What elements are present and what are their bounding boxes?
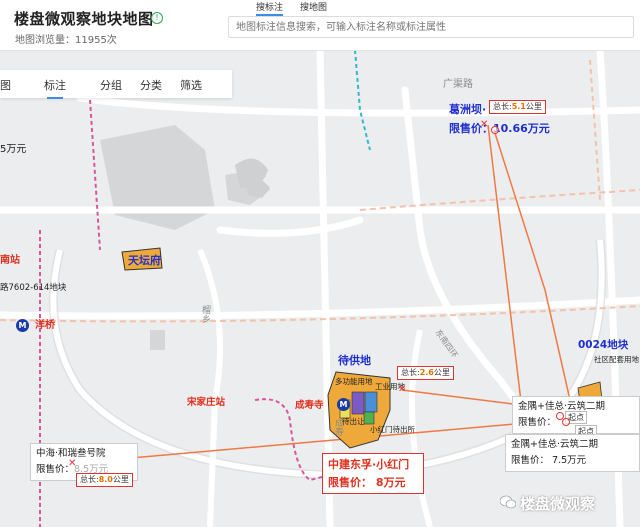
project-name: 中建东孚·小红门: [328, 458, 410, 471]
distance-box-zhonghai: 总长:8.0公里: [76, 473, 133, 487]
location-pin-icon[interactable]: [562, 418, 570, 426]
project-price: 限售价： 8万元: [328, 475, 406, 489]
page-title: 楼盘微观察地块地图: [14, 10, 154, 28]
tab-search-map[interactable]: 搜地图: [300, 0, 327, 13]
tab-categories[interactable]: 分类: [140, 77, 162, 93]
plot-label-shequ: 社区配套用地: [594, 355, 639, 364]
wechat-icon: [500, 495, 516, 509]
tab-groups[interactable]: 分组: [100, 77, 122, 93]
info-icon[interactable]: !: [151, 12, 163, 24]
view-count: 地图浏览量：11955次: [15, 35, 117, 46]
panel-tabbar: 图 标注 分组 分类 筛选: [0, 70, 232, 99]
watermark: 楼盘微观察: [520, 495, 596, 513]
tab-filter[interactable]: 筛选: [180, 77, 202, 93]
plot-label-duogong: 多功能用地: [335, 377, 373, 386]
station-nanzhan: 南站: [0, 255, 20, 266]
distance-box-center: 总长:2.6公里: [397, 366, 454, 380]
search-input[interactable]: [228, 16, 634, 38]
plot-label-xiaohongmen: 小红门待出所: [370, 425, 415, 434]
marker-x-icon[interactable]: ✕: [398, 385, 406, 395]
plot-0024[interactable]: 0024地块: [578, 340, 628, 351]
marker-x-icon[interactable]: ✕: [480, 120, 488, 130]
project-name: 中海·和瑞叁号院: [36, 448, 106, 459]
metro-icon: M: [337, 398, 350, 411]
road-label-yuxiang: 榴乡: [200, 305, 210, 323]
plot-tiantanfu[interactable]: 天坛府: [128, 255, 161, 266]
distance-box-gezhouba: 总长:5.1公里: [489, 100, 546, 114]
project-price: 限售价： 7.5万元: [511, 455, 587, 467]
station-songjiazhuang: 宋家庄站: [187, 397, 226, 408]
metro-icon: M: [16, 319, 29, 332]
tab-layers[interactable]: 图: [0, 77, 11, 93]
project-gezhouba-name[interactable]: 葛洲坝·: [449, 104, 486, 115]
road-label-guangqu: 广渠路: [443, 79, 473, 90]
marker-x-icon[interactable]: ✕: [68, 459, 76, 469]
highlight-card-xiaohongmen[interactable]: 中建东孚·小红门 限售价： 8万元: [322, 453, 424, 495]
road-label-chengshou: 成寿: [333, 418, 343, 436]
app-header: 楼盘微观察地块地图 ! 地图浏览量：11955次 搜标注 搜地图: [0, 0, 640, 51]
plot-label-602: 路7602-614地块: [0, 283, 67, 293]
price-label-left: 5万元: [0, 144, 27, 155]
project-gezhouba-price: 限售价：10.66万元: [449, 122, 550, 135]
project-name: 金隅+佳总·云筑二期: [511, 439, 598, 450]
project-card-jinyu-2[interactable]: 金隅+佳总·云筑二期 限售价： 7.5万元: [505, 434, 640, 473]
plot-daichudi[interactable]: 待供地: [338, 355, 371, 366]
tab-annotations[interactable]: 标注: [44, 77, 66, 99]
plot-label-daichu: 待出让: [342, 417, 365, 426]
location-pin-icon[interactable]: [491, 126, 499, 134]
tab-search-annotations[interactable]: 搜标注: [256, 0, 284, 16]
station-yangqiao: 洋桥: [35, 320, 55, 331]
station-chengshousi: 成寿寺: [295, 400, 324, 411]
